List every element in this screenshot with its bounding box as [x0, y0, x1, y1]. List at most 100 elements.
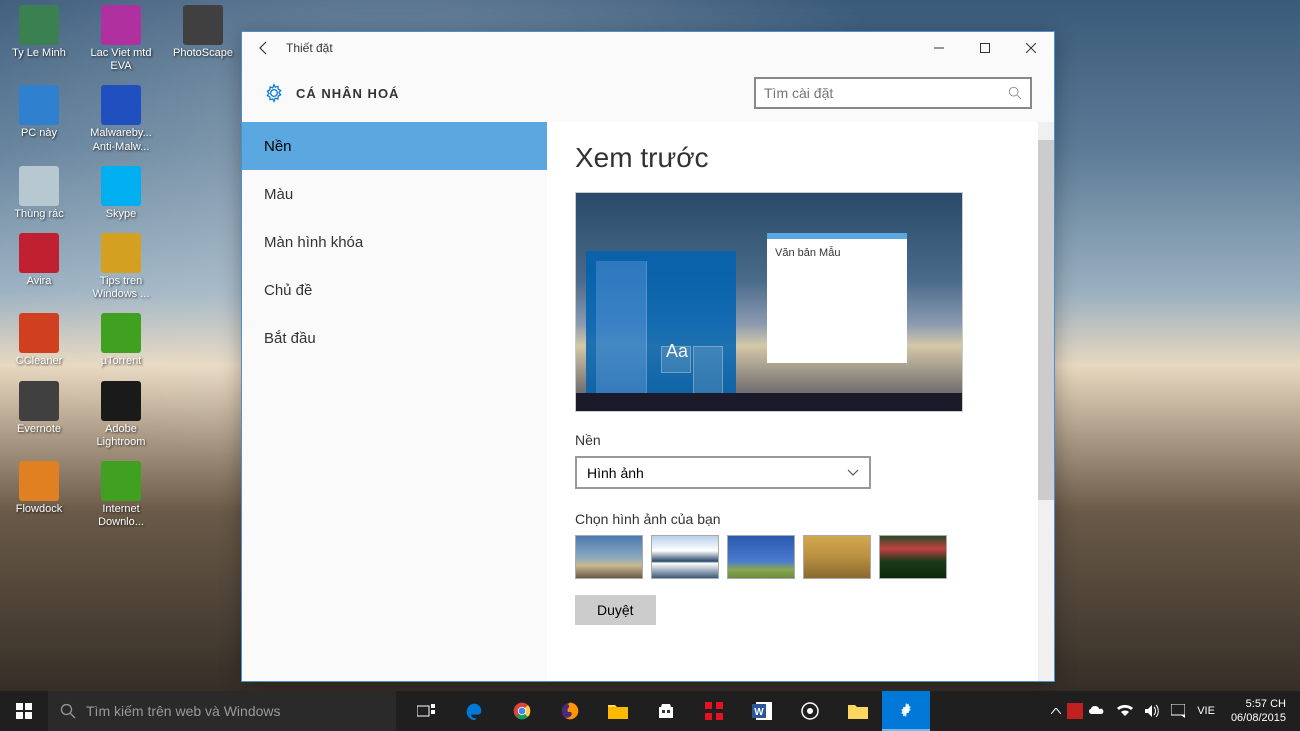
- thumbnail-4[interactable]: [803, 535, 871, 579]
- search-icon: [1008, 86, 1022, 100]
- grid-app-icon: [705, 702, 723, 720]
- gear-icon: [264, 83, 284, 103]
- icon-label: Evernote: [17, 423, 61, 436]
- app-icon: [101, 461, 141, 501]
- scrollbar[interactable]: [1038, 122, 1054, 681]
- taskbar-search[interactable]: Tìm kiếm trên web và Windows: [48, 691, 396, 731]
- desktop-icon[interactable]: PhotoScape: [169, 5, 237, 73]
- tray-language[interactable]: VIE: [1191, 705, 1221, 717]
- titlebar: Thiết đặt: [242, 32, 1054, 64]
- app-icon-2[interactable]: [786, 691, 834, 731]
- firefox-icon[interactable]: [546, 691, 594, 731]
- edge-icon[interactable]: [450, 691, 498, 731]
- icon-label: µTorrent: [101, 355, 142, 368]
- taskview-button[interactable]: [402, 691, 450, 731]
- browse-button[interactable]: Duyệt: [575, 595, 656, 625]
- main-panel: Xem trước Aa Văn bản Mẫu Nền Hình ảnh: [547, 122, 1054, 681]
- close-button[interactable]: [1008, 32, 1054, 64]
- windows-logo-icon: [16, 703, 32, 719]
- start-button[interactable]: [0, 691, 48, 731]
- settings-search[interactable]: [754, 77, 1032, 109]
- app-icon-3[interactable]: [834, 691, 882, 731]
- tray-chevron-icon[interactable]: [1045, 708, 1067, 714]
- app-icon: [101, 313, 141, 353]
- icon-label: Ty Le Minh: [12, 47, 66, 60]
- sidebar-item-màu[interactable]: Màu: [242, 170, 547, 218]
- clock-date: 06/08/2015: [1231, 711, 1286, 725]
- app-icon: [101, 85, 141, 125]
- desktop-icons-grid: Ty Le Minh Lac Viet mtd EVAPhotoScape PC n…: [5, 5, 237, 529]
- edge-browser-icon: [463, 700, 485, 722]
- sidebar-item-bắt-đầu[interactable]: Bắt đầu: [242, 314, 547, 362]
- tray-notifications-icon[interactable]: [1165, 704, 1191, 718]
- maximize-button[interactable]: [962, 32, 1008, 64]
- icon-label: Thùng rác: [14, 208, 64, 221]
- desktop-icon[interactable]: Malwareby... Anti-Malw...: [87, 85, 155, 153]
- chrome-browser-icon: [512, 701, 532, 721]
- app-icon: [19, 5, 59, 45]
- settings-search-input[interactable]: [764, 85, 1008, 101]
- desktop-icon[interactable]: Flowdock: [5, 461, 73, 529]
- gear-icon: [897, 701, 915, 719]
- desktop-icon[interactable]: Tips tren Windows ...: [87, 233, 155, 301]
- app-icon: [19, 85, 59, 125]
- taskbar-clock[interactable]: 5:57 CH 06/08/2015: [1221, 697, 1296, 726]
- app-icon: [19, 381, 59, 421]
- sample-text: Văn bản Mẫu: [775, 247, 840, 259]
- folder-yellow-icon: [848, 703, 868, 719]
- preview-sample-window: Văn bản Mẫu: [767, 233, 907, 363]
- app-icon: [19, 313, 59, 353]
- app-icon: [19, 233, 59, 273]
- desktop-icon[interactable]: Evernote: [5, 381, 73, 449]
- thumbnail-3[interactable]: [727, 535, 795, 579]
- minimize-button[interactable]: [916, 32, 962, 64]
- circle-app-icon: [801, 702, 819, 720]
- explorer-icon[interactable]: [594, 691, 642, 731]
- word-icon[interactable]: W: [738, 691, 786, 731]
- app-icon: [183, 5, 223, 45]
- icon-label: Tips tren Windows ...: [87, 275, 155, 301]
- taskbar-search-placeholder: Tìm kiếm trên web và Windows: [86, 703, 281, 719]
- thumbnail-5[interactable]: [879, 535, 947, 579]
- tray-volume-icon[interactable]: [1139, 704, 1165, 718]
- background-dropdown[interactable]: Hình ảnh: [575, 456, 871, 489]
- chrome-icon[interactable]: [498, 691, 546, 731]
- icon-label: Avira: [27, 275, 52, 288]
- app-icon-1[interactable]: [690, 691, 738, 731]
- desktop-icon[interactable]: Adobe Lightroom: [87, 381, 155, 449]
- app-icon: [101, 5, 141, 45]
- desktop-icon[interactable]: CCleaner: [5, 313, 73, 368]
- desktop-icon[interactable]: µTorrent: [87, 313, 155, 368]
- sidebar-item-nền[interactable]: Nền: [242, 122, 547, 170]
- picture-thumbnails: [575, 535, 1026, 579]
- folder-icon: [608, 703, 628, 719]
- desktop-icon[interactable]: Ty Le Minh: [5, 5, 73, 73]
- settings-taskbar-icon[interactable]: [882, 691, 930, 731]
- icon-label: CCleaner: [16, 355, 62, 368]
- desktop-wallpaper: Ty Le Minh Lac Viet mtd EVAPhotoScape PC n…: [0, 0, 1300, 731]
- tray-onedrive-icon[interactable]: [1083, 706, 1111, 716]
- back-button[interactable]: [242, 32, 286, 64]
- tray-wifi-icon[interactable]: [1111, 705, 1139, 717]
- desktop-icon[interactable]: PC này: [5, 85, 73, 153]
- svg-text:W: W: [754, 707, 764, 718]
- desktop-icon[interactable]: Avira: [5, 233, 73, 301]
- tray-app-icon[interactable]: [1067, 703, 1083, 719]
- desktop-icon[interactable]: Skype: [87, 166, 155, 221]
- sidebar: NềnMàuMàn hình khóaChủ đềBắt đầu: [242, 122, 547, 681]
- taskview-icon: [417, 704, 435, 718]
- header-title: CÁ NHÂN HOÁ: [296, 86, 399, 101]
- desktop-icon[interactable]: Thùng rác: [5, 166, 73, 221]
- store-icon[interactable]: [642, 691, 690, 731]
- sidebar-item-chủ-đề[interactable]: Chủ đề: [242, 266, 547, 314]
- icon-label: Skype: [106, 208, 137, 221]
- desktop-icon[interactable]: Internet Downlo...: [87, 461, 155, 529]
- sidebar-item-màn-hình-khóa[interactable]: Màn hình khóa: [242, 218, 547, 266]
- system-tray: VIE 5:57 CH 06/08/2015: [1045, 691, 1300, 731]
- thumbnail-2[interactable]: [651, 535, 719, 579]
- thumbnail-1[interactable]: [575, 535, 643, 579]
- chevron-down-icon: [847, 469, 859, 477]
- dropdown-value: Hình ảnh: [587, 465, 644, 481]
- desktop-icon[interactable]: Lac Viet mtd EVA: [87, 5, 155, 73]
- scrollbar-thumb[interactable]: [1038, 140, 1054, 500]
